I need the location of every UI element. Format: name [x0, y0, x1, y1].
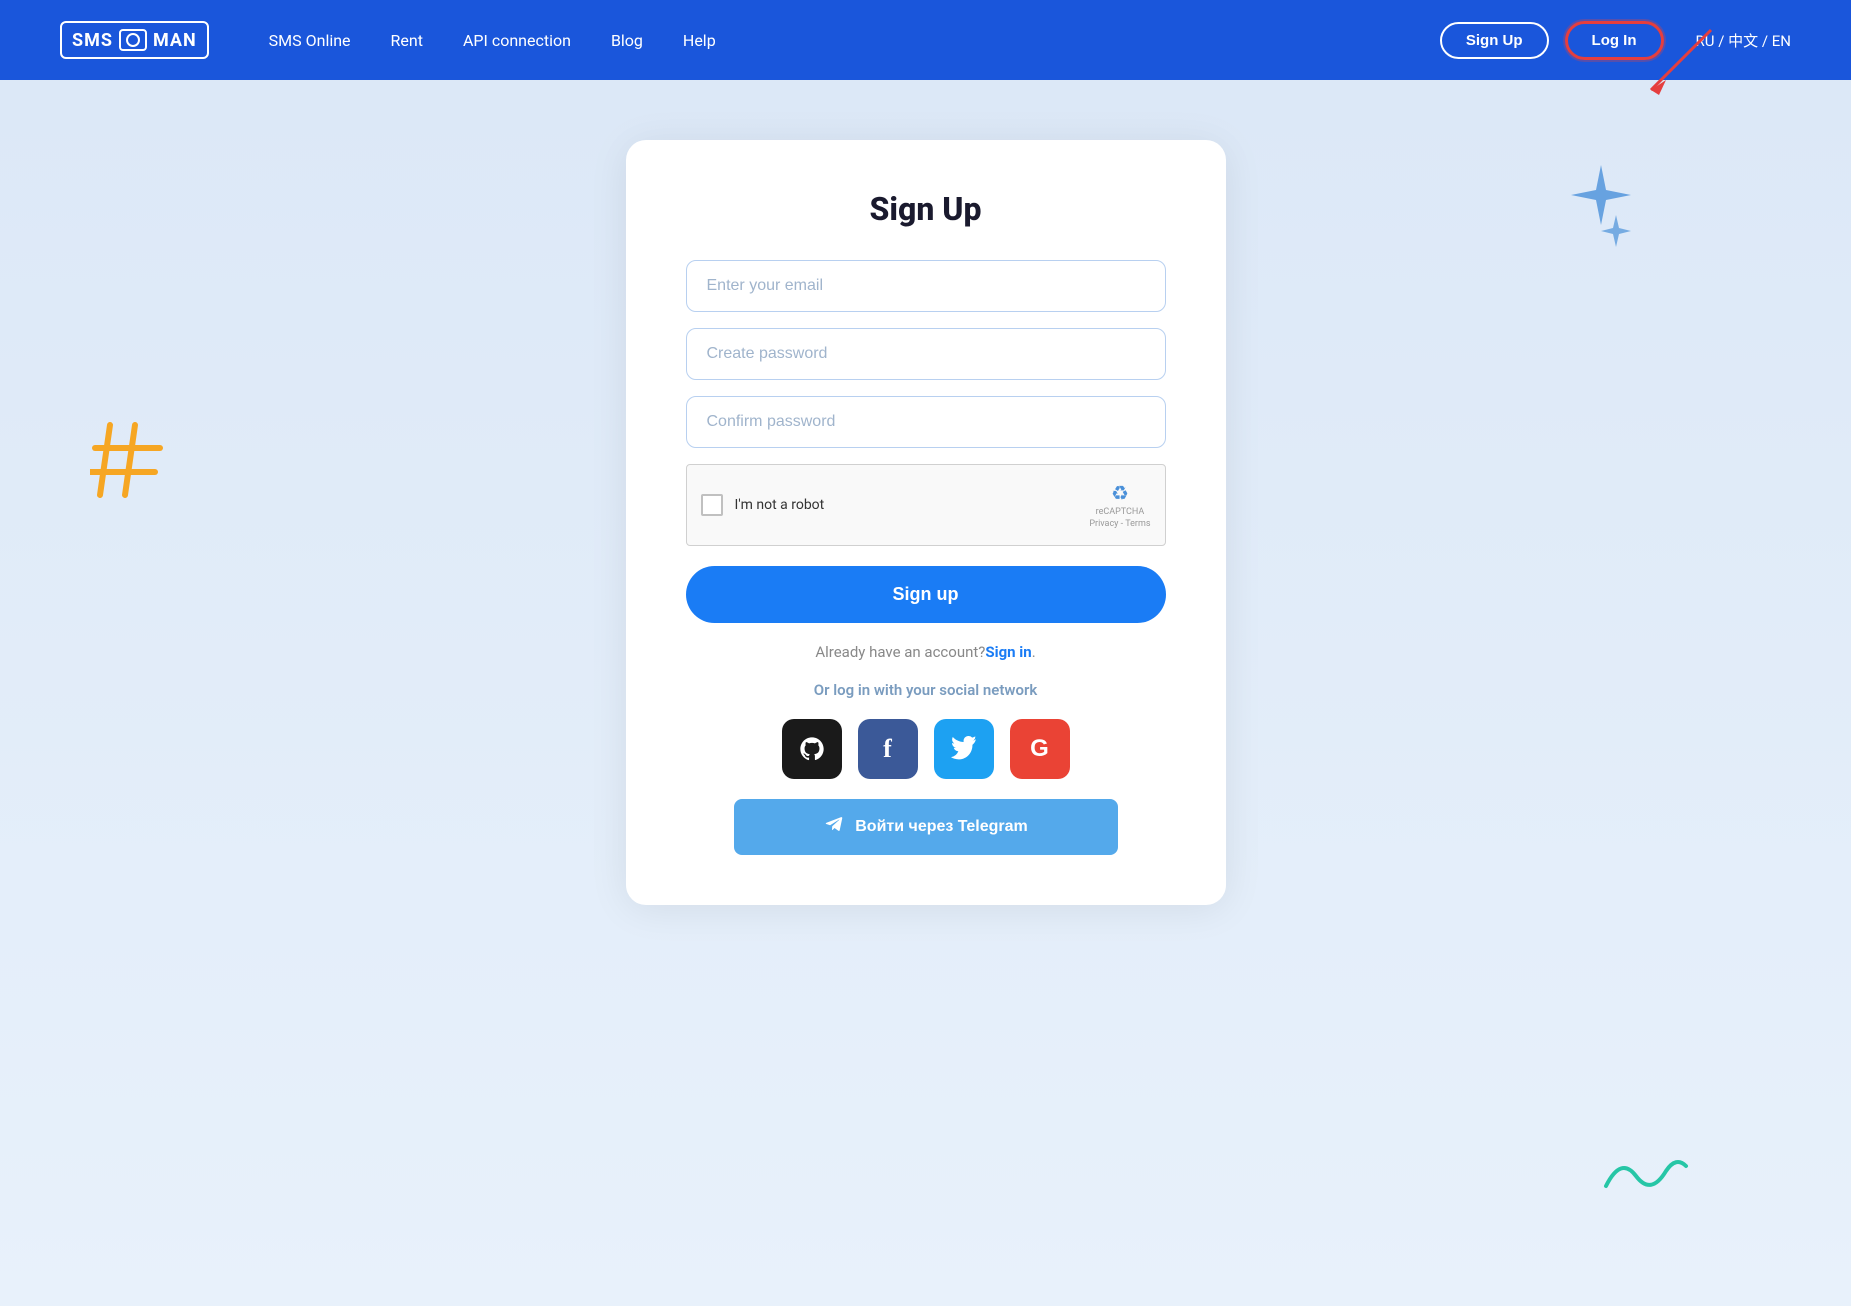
logo[interactable]: SMS MAN: [60, 21, 209, 59]
email-group: [686, 260, 1166, 312]
nav-sms-online[interactable]: SMS Online: [269, 31, 351, 50]
recaptcha-widget[interactable]: I'm not a robot ♻ reCAPTCHA Privacy - Te…: [686, 464, 1166, 546]
signin-link[interactable]: Sign in: [985, 643, 1031, 661]
already-text: Already have an account?: [815, 643, 985, 661]
account-text: Already have an account?Sign in.: [686, 643, 1166, 661]
nav-actions: Sign Up Log In RU / 中文 / EN: [1440, 21, 1791, 60]
nav-login-button[interactable]: Log In: [1565, 21, 1664, 60]
period: .: [1032, 643, 1036, 661]
signup-submit-button[interactable]: Sign up: [686, 566, 1166, 623]
confirm-password-group: [686, 396, 1166, 448]
facebook-login-button[interactable]: f: [858, 719, 918, 779]
nav-rent[interactable]: Rent: [391, 31, 423, 50]
recaptcha-brand: reCAPTCHA: [1096, 507, 1145, 517]
signup-card: Sign Up I'm not a robot ♻ reCAPTCHA Priv…: [626, 140, 1226, 905]
card-title: Sign Up: [686, 190, 1166, 228]
nav-signup-button[interactable]: Sign Up: [1440, 22, 1549, 59]
deco-hashtag-icon: [90, 420, 170, 511]
github-login-button[interactable]: [782, 719, 842, 779]
nav-help[interactable]: Help: [683, 31, 716, 50]
page-background: Sign Up I'm not a robot ♻ reCAPTCHA Priv…: [0, 80, 1851, 1306]
deco-sparkles-icon: [1551, 160, 1631, 250]
navbar: SMS MAN SMS Online Rent API connection B…: [0, 0, 1851, 80]
confirm-password-input[interactable]: [686, 396, 1166, 448]
google-login-button[interactable]: G: [1010, 719, 1070, 779]
recaptcha-checkbox[interactable]: [701, 494, 723, 516]
social-icons: f G: [686, 719, 1166, 779]
recaptcha-links: Privacy - Terms: [1089, 519, 1150, 529]
nav-blog[interactable]: Blog: [611, 31, 643, 50]
logo-icon: [119, 29, 147, 51]
recaptcha-logo-icon: ♻: [1111, 481, 1129, 505]
password-group: [686, 328, 1166, 380]
logo-sub: MAN: [153, 30, 197, 51]
telegram-login-button[interactable]: Войти через Telegram: [734, 799, 1118, 855]
nav-api[interactable]: API connection: [463, 31, 571, 50]
recaptcha-left: I'm not a robot: [701, 494, 825, 516]
telegram-icon: [823, 813, 845, 841]
telegram-btn-label: Войти через Telegram: [855, 818, 1028, 836]
password-input[interactable]: [686, 328, 1166, 380]
nav-links: SMS Online Rent API connection Blog Help: [269, 31, 1440, 50]
language-switcher[interactable]: RU / 中文 / EN: [1696, 30, 1791, 51]
recaptcha-logo: ♻ reCAPTCHA Privacy - Terms: [1089, 481, 1150, 529]
email-input[interactable]: [686, 260, 1166, 312]
twitter-login-button[interactable]: [934, 719, 994, 779]
logo-text: SMS: [72, 30, 113, 51]
deco-squiggle-icon: [1601, 1146, 1691, 1206]
recaptcha-label: I'm not a robot: [735, 497, 825, 513]
social-label: Or log in with your social network: [686, 681, 1166, 699]
